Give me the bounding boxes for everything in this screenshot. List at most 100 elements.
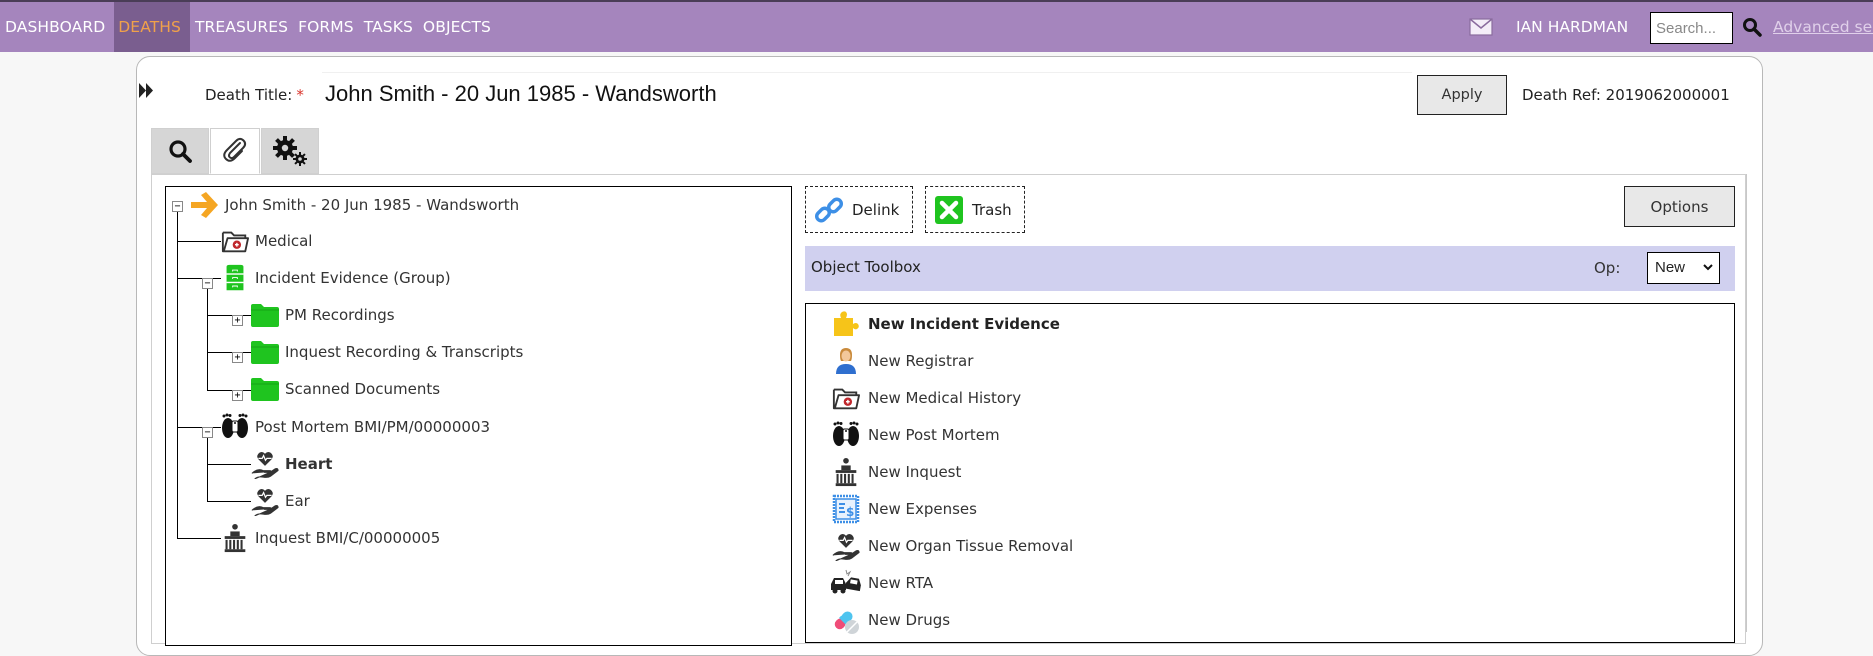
tab-attachments[interactable] [210, 128, 260, 174]
user-name[interactable]: IAN HARDMAN [1516, 2, 1628, 52]
green-folder-icon [249, 337, 281, 367]
nav-tasks[interactable]: TASKS [359, 2, 418, 52]
tree-node-root[interactable]: John Smith - 20 Jun 1985 - Wandsworth [189, 190, 519, 220]
tree-node-inquest[interactable]: Inquest BMI/C/00000005 [219, 523, 440, 553]
death-title-input[interactable] [322, 72, 1412, 114]
tree-connector [177, 206, 178, 539]
tree-node-label: Inquest Recording & Transcripts [285, 343, 524, 361]
object-toolbox-header: Object Toolbox Op: New [805, 246, 1735, 291]
pills-icon [830, 604, 862, 636]
feet-tag-icon [830, 419, 862, 451]
toolbox-item-label: New Medical History [868, 389, 1022, 407]
gears-icon [273, 136, 307, 166]
nav-dashboard[interactable]: DASHBOARD [0, 2, 110, 52]
delink-button[interactable]: Delink [805, 186, 913, 233]
nav-objects[interactable]: OBJECTS [418, 2, 496, 52]
toolbox-item-post-mortem[interactable]: New Post Mortem [830, 418, 1000, 452]
toolbox-item-expenses[interactable]: $ New Expenses [830, 492, 977, 526]
tree-node-label: Incident Evidence (Group) [255, 269, 451, 287]
toolbox-item-label: New Organ Tissue Removal [868, 537, 1074, 555]
toolbox-item-inquest[interactable]: New Inquest [830, 455, 961, 489]
toolbox-item-label: New Post Mortem [868, 426, 1000, 444]
tree-node-label: Ear [285, 492, 310, 510]
expand-toggle-pm-recordings[interactable]: + [232, 315, 243, 326]
advanced-search-link[interactable]: Advanced search [1773, 2, 1873, 52]
green-folder-icon [249, 374, 281, 404]
tree-node-label: Scanned Documents [285, 380, 441, 398]
magnifier-icon [169, 140, 192, 163]
feet-tag-icon [219, 412, 251, 442]
car-crash-icon [830, 567, 862, 599]
search-input[interactable] [1650, 12, 1733, 44]
top-nav-bar: DASHBOARD DEATHS TREASURES FORMS TASKS O… [0, 0, 1873, 52]
toolbox-item-label: New Expenses [868, 500, 977, 518]
expand-sidebar-icon[interactable] [138, 82, 155, 99]
tree-node-label: John Smith - 20 Jun 1985 - Wandsworth [225, 196, 520, 214]
toolbox-item-registrar[interactable]: New Registrar [830, 344, 973, 378]
trash-button[interactable]: Trash [925, 186, 1025, 233]
toolbox-item-incident-evidence[interactable]: New Incident Evidence [830, 307, 1060, 341]
arrow-right-icon [189, 190, 221, 220]
death-title-label: Death Title: * [205, 86, 304, 104]
options-button[interactable]: Options [1624, 186, 1735, 227]
nav-forms[interactable]: FORMS [293, 2, 359, 52]
tree-node-label: PM Recordings [285, 306, 395, 324]
filing-cabinet-icon [219, 263, 251, 293]
toolbox-item-label: New Registrar [868, 352, 974, 370]
green-folder-icon [249, 300, 281, 330]
tree-connector [207, 352, 251, 353]
tree-node-label: Inquest BMI/C/00000005 [255, 529, 441, 547]
medical-folder-icon [830, 382, 862, 414]
nav-treasures[interactable]: TREASURES [190, 2, 293, 52]
tree-connector [207, 283, 208, 391]
collapse-toggle-incident-evidence[interactable]: − [202, 278, 213, 289]
receipt-dollar-icon: $ [830, 493, 862, 525]
tree-connector [207, 432, 208, 502]
tree-node-medical[interactable]: Medical [219, 226, 312, 256]
courthouse-icon [830, 456, 862, 488]
tree-node-heart[interactable]: Heart [249, 449, 332, 479]
op-label: Op: [1594, 259, 1621, 277]
toolbox-item-label: New RTA [868, 574, 934, 592]
toolbox-item-label: New Inquest [868, 463, 962, 481]
tree-node-label: Medical [255, 232, 313, 250]
nav-deaths[interactable]: DEATHS [114, 2, 190, 52]
envelope-icon[interactable] [1469, 18, 1493, 36]
tree-node-inquest-recording[interactable]: Inquest Recording & Transcripts [249, 337, 523, 367]
tree-node-post-mortem[interactable]: Post Mortem BMI/PM/00000003 [219, 412, 490, 442]
tree-node-scanned-documents[interactable]: Scanned Documents [249, 374, 440, 404]
apply-button[interactable]: Apply [1417, 75, 1507, 115]
toolbox-item-rta[interactable]: New RTA [830, 566, 933, 600]
toolbox-item-medical-history[interactable]: New Medical History [830, 381, 1021, 415]
expand-toggle-scanned-documents[interactable]: + [232, 390, 243, 401]
puzzle-piece-icon [830, 308, 862, 340]
delink-label: Delink [852, 200, 900, 219]
tree-connector [177, 278, 221, 279]
toolbox-item-label: New Drugs [868, 611, 951, 629]
tab-settings[interactable] [261, 128, 319, 174]
collapse-toggle-root[interactable]: − [172, 201, 183, 212]
collapse-toggle-post-mortem[interactable]: − [202, 427, 213, 438]
search-icon[interactable] [1742, 17, 1762, 37]
op-select-value: New [1655, 259, 1686, 276]
required-mark: * [296, 86, 304, 104]
op-select[interactable]: New [1647, 252, 1720, 284]
tree-node-ear[interactable]: Ear [249, 486, 310, 516]
tab-search[interactable] [151, 128, 209, 174]
tree-node-label: Post Mortem BMI/PM/00000003 [255, 418, 491, 436]
tree-node-incident-evidence[interactable]: Incident Evidence (Group) [219, 263, 451, 293]
toolbox-list: New Incident Evidence New Registrar New … [805, 303, 1735, 643]
tree-node-pm-recordings[interactable]: PM Recordings [249, 300, 395, 330]
toolbox-item-organ-tissue-removal[interactable]: New Organ Tissue Removal [830, 529, 1073, 563]
green-x-icon [935, 195, 963, 224]
death-ref: Death Ref: 2019062000001 [1522, 86, 1730, 104]
toolbox-item-label: New Incident Evidence [868, 315, 1060, 333]
panel-divider [1746, 174, 1747, 632]
tree-connector [177, 427, 221, 428]
courthouse-icon [219, 523, 251, 553]
tree-node-label: Heart [285, 455, 333, 473]
heart-hand-icon [249, 486, 281, 516]
chevron-down-icon [1703, 264, 1713, 271]
death-title-label-text: Death Title: [205, 86, 293, 104]
expand-toggle-inquest-recording[interactable]: + [232, 352, 243, 363]
